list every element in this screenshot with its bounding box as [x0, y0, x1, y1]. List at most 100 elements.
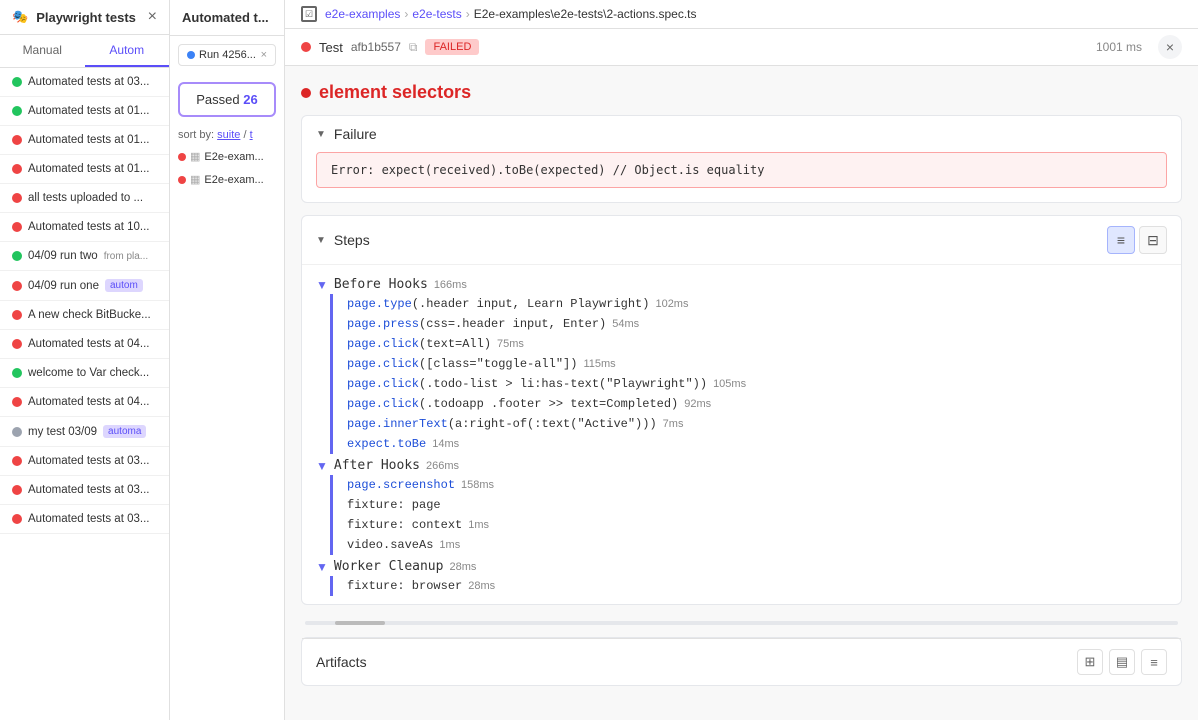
list-item[interactable]: Automated tests at 10... — [0, 213, 169, 242]
passed-label: Passed — [196, 92, 239, 107]
step-code: page.click(text=All) — [347, 337, 491, 351]
step-item: fixture: page — [341, 495, 1181, 515]
step-item: page.innerText(a:right-of(:text("Active"… — [341, 414, 1181, 434]
list-item[interactable]: Automated tests at 01... — [0, 97, 169, 126]
item-tag: from pla... — [104, 251, 148, 262]
chevron-down-icon: ▼ — [316, 235, 326, 246]
sidebar-title: Playwright tests — [36, 10, 136, 25]
sort-suite-link[interactable]: suite — [217, 129, 240, 141]
item-label: 04/09 run two — [28, 250, 98, 262]
step-group-header[interactable]: ▼ Worker Cleanup 28ms — [302, 555, 1181, 576]
step-duration: 7ms — [663, 418, 684, 430]
list-item[interactable]: Automated tests at 01... — [0, 126, 169, 155]
steps-view-button-active[interactable]: ≡ — [1107, 226, 1135, 254]
passed-box: Passed 26 — [178, 82, 276, 117]
step-duration: 28ms — [449, 561, 476, 573]
item-label: Automated tests at 04... — [28, 338, 149, 350]
step-duration: 1ms — [439, 539, 460, 551]
step-group-header[interactable]: ▼ Before Hooks 166ms — [302, 273, 1181, 294]
sort-by-row: sort by: suite / t — [170, 125, 284, 145]
status-icon-pass — [12, 106, 22, 116]
step-item: page.click(.todo-list > li:has-text("Pla… — [341, 374, 1181, 394]
status-icon-fail — [12, 164, 22, 174]
step-duration: 75ms — [497, 338, 524, 350]
step-code: page.click(.todo-list > li:has-text("Pla… — [347, 377, 707, 391]
artifact-grid-view-button[interactable]: ⊞ — [1077, 649, 1103, 675]
item-label: all tests uploaded to ... — [28, 192, 143, 204]
scrollbar-track — [305, 621, 1178, 625]
item-label: Automated tests at 10... — [28, 221, 149, 233]
status-icon-mute — [12, 427, 22, 437]
step-code: page.type(.header input, Learn Playwrigh… — [347, 297, 649, 311]
list-item[interactable]: welcome to Var check... — [0, 359, 169, 388]
status-icon-fail — [12, 397, 22, 407]
copy-icon[interactable]: ⧉ — [409, 40, 418, 55]
breadcrumb-e2e-examples[interactable]: e2e-examples — [325, 7, 400, 21]
list-item[interactable]: Automated tests at 01... — [0, 155, 169, 184]
list-item[interactable]: Automated tests at 03... — [0, 447, 169, 476]
list-item[interactable]: Automated tests at 03... — [0, 68, 169, 97]
list-item[interactable]: A new check BitBucke... — [0, 301, 169, 330]
status-icon-fail — [12, 281, 22, 291]
file-icon: ▦ — [190, 150, 200, 163]
sort-t-link[interactable]: t — [250, 129, 253, 141]
file-name: E2e-exam... — [204, 151, 263, 163]
file-fail-icon — [178, 153, 186, 161]
tab-manual[interactable]: Manual — [0, 35, 85, 67]
failure-label: Failure — [334, 126, 377, 142]
step-code: video.saveAs — [347, 538, 433, 552]
step-item: fixture: browser 28ms — [341, 576, 1181, 596]
step-code: page.click(.todoapp .footer >> text=Comp… — [347, 397, 678, 411]
breadcrumb-e2e-tests[interactable]: e2e-tests — [412, 7, 461, 21]
group-name: Worker Cleanup — [334, 559, 444, 574]
list-item[interactable]: Automated tests at 03... — [0, 476, 169, 505]
close-panel-button[interactable]: × — [1158, 35, 1182, 59]
step-item: page.click([class="toggle-all"]) 115ms — [341, 354, 1181, 374]
item-label: Automated tests at 03... — [28, 513, 149, 525]
list-item[interactable]: 04/09 run two from pla... — [0, 242, 169, 271]
list-item[interactable]: my test 03/09 automa — [0, 417, 169, 447]
artifacts-header: Artifacts ⊞ ▤ ≡ — [302, 638, 1181, 685]
sidebar-close-button[interactable]: × — [148, 8, 157, 26]
artifacts-title: Artifacts — [316, 654, 367, 670]
test-name: Test — [319, 40, 343, 55]
auto-badge: automa — [103, 425, 146, 438]
sidebar-list: Automated tests at 03... Automated tests… — [0, 68, 169, 720]
test-hash: afb1b557 — [351, 40, 401, 54]
middle-title: Automated t... — [182, 10, 272, 25]
failure-header[interactable]: ▼ Failure — [302, 116, 1181, 152]
sort-label: sort by: — [178, 129, 214, 141]
suite-status-dot — [301, 88, 311, 98]
list-item[interactable]: all tests uploaded to ... — [0, 184, 169, 213]
item-label: my test 03/09 — [28, 426, 97, 438]
list-item[interactable]: Automated tests at 03... — [0, 505, 169, 534]
step-group-body: page.screenshot 158ms fixture: page fixt… — [330, 475, 1181, 555]
step-duration: 54ms — [612, 318, 639, 330]
list-item[interactable]: Automated tests at 04... — [0, 330, 169, 359]
artifact-details-view-button[interactable]: ≡ — [1141, 649, 1167, 675]
step-group-header[interactable]: ▼ After Hooks 266ms — [302, 454, 1181, 475]
file-item[interactable]: ▦ E2e-exam... — [170, 145, 284, 168]
horizontal-scrollbar[interactable] — [301, 617, 1182, 629]
run-close-button[interactable]: × — [261, 49, 267, 61]
test-status-dot — [301, 42, 311, 52]
step-duration: 14ms — [432, 438, 459, 450]
step-group-after-hooks: ▼ After Hooks 266ms page.screenshot 158m… — [302, 454, 1181, 555]
run-badge[interactable]: Run 4256... × — [178, 44, 276, 66]
list-item[interactable]: 04/09 run one autom — [0, 271, 169, 301]
artifact-list-view-button[interactable]: ▤ — [1109, 649, 1135, 675]
step-code: page.press(css=.header input, Enter) — [347, 317, 606, 331]
step-duration: 115ms — [583, 358, 615, 370]
file-item[interactable]: ▦ E2e-exam... — [170, 168, 284, 191]
steps-section: ▼ Steps ≡ ⊟ ▼ Before Hooks 166ms — [301, 215, 1182, 605]
status-icon-pass — [12, 251, 22, 261]
test-header-bar: Test afb1b557 ⧉ FAILED 1001 ms × — [285, 29, 1198, 65]
tab-automated[interactable]: Autom — [85, 35, 170, 67]
status-icon-fail — [12, 135, 22, 145]
step-code: page.innerText(a:right-of(:text("Active"… — [347, 417, 657, 431]
steps-view-button-alt[interactable]: ⊟ — [1139, 226, 1167, 254]
item-label: Automated tests at 03... — [28, 484, 149, 496]
middle-panel: Automated t... Run 4256... × Passed 26 s… — [170, 0, 285, 720]
list-item[interactable]: Automated tests at 04... — [0, 388, 169, 417]
step-code: fixture: context — [347, 518, 462, 532]
